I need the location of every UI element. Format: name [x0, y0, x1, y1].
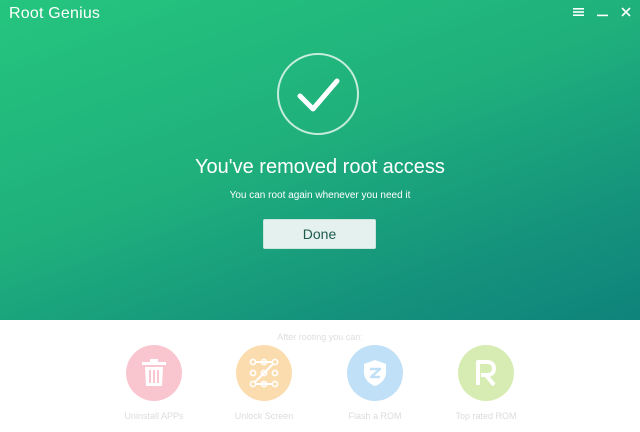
app-title: Root Genius	[9, 5, 101, 22]
shield-icon	[347, 345, 403, 401]
pattern-lock-icon	[236, 345, 292, 401]
minimize-icon[interactable]	[594, 4, 610, 20]
close-icon[interactable]	[618, 4, 634, 20]
result-subline: You can root again whenever you need it	[229, 190, 411, 201]
window-controls	[570, 4, 634, 20]
done-button[interactable]: Done	[263, 219, 376, 249]
feature-unlock-screen[interactable]: Unlock Screen	[209, 345, 319, 421]
feature-flash-rom[interactable]: Flash a ROM	[320, 345, 430, 421]
feature-top-rated-rom[interactable]: Top rated ROM	[431, 345, 541, 421]
feature-label: Top rated ROM	[455, 411, 517, 421]
r-logo-icon	[458, 345, 514, 401]
feature-label: Uninstall APPs	[124, 411, 184, 421]
after-rooting-panel: After rooting you can: Uninstall APPs Un…	[0, 320, 640, 432]
feature-label: Flash a ROM	[348, 411, 402, 421]
result-headline: You've removed root access	[195, 156, 445, 178]
trash-icon	[126, 345, 182, 401]
root-genius-window: Root Genius You've removed root access Y…	[0, 0, 640, 432]
feature-list: Uninstall APPs Unlock Screen Flash a ROM…	[0, 345, 640, 432]
feature-uninstall-apps[interactable]: Uninstall APPs	[99, 345, 209, 421]
check-circle-icon	[276, 52, 360, 136]
after-rooting-label: After rooting you can:	[277, 332, 363, 342]
result-panel: Root Genius You've removed root access Y…	[0, 0, 640, 320]
menu-icon[interactable]	[570, 4, 586, 20]
feature-label: Unlock Screen	[234, 411, 294, 421]
